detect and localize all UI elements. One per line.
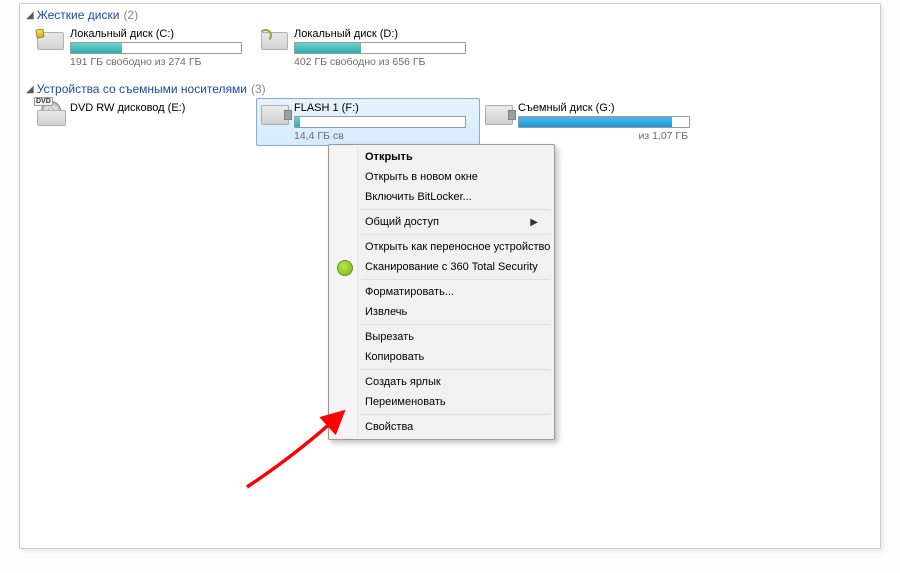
menu-separator (361, 414, 550, 415)
drive-c[interactable]: Локальный диск (C:) 191 ГБ свободно из 2… (32, 24, 256, 72)
menu-share[interactable]: Общий доступ▶ (331, 212, 552, 232)
submenu-arrow-icon: ▶ (530, 217, 538, 228)
drive-flash[interactable]: FLASH 1 (F:) 14,4 ГБ св (256, 98, 480, 146)
context-menu: Открыть Открыть в новом окне Включить Bi… (328, 144, 555, 440)
menu-separator (361, 324, 550, 325)
collapse-arrow-icon: ◢ (26, 84, 34, 95)
capacity-bar (294, 116, 466, 128)
group-title: Устройства со съемными носителями (37, 82, 247, 96)
360-security-icon (337, 260, 353, 276)
menu-eject[interactable]: Извлечь (331, 302, 552, 322)
drive-name: DVD RW дисковод (E:) (70, 102, 185, 116)
menu-open-new[interactable]: Открыть в новом окне (331, 167, 552, 187)
menu-portable[interactable]: Открыть как переносное устройство (331, 237, 552, 257)
group-count: (2) (123, 8, 138, 22)
menu-separator (361, 209, 550, 210)
menu-rename[interactable]: Переименовать (331, 392, 552, 412)
menu-copy[interactable]: Копировать (331, 347, 552, 367)
drive-name: Съемный диск (G:) (518, 102, 690, 116)
capacity-text: из 1,07 ГБ (518, 128, 688, 142)
capacity-bar (70, 42, 242, 54)
drive-dvd[interactable]: DVD DVD RW дисковод (E:) (32, 98, 256, 146)
capacity-text: 402 ГБ свободно из 656 ГБ (294, 54, 466, 68)
menu-separator (361, 279, 550, 280)
capacity-bar (518, 116, 690, 128)
hdd-icon (261, 28, 288, 53)
drive-name: FLASH 1 (F:) (294, 102, 466, 116)
drive-name: Локальный диск (C:) (70, 28, 242, 42)
menu-shortcut[interactable]: Создать ярлык (331, 372, 552, 392)
capacity-text: 14,4 ГБ св (294, 128, 466, 142)
group-header-hdd[interactable]: ◢ Жесткие диски (2) (20, 4, 880, 24)
dvd-icon: DVD (37, 102, 64, 127)
group-header-removable[interactable]: ◢ Устройства со съемными носителями (3) (20, 78, 880, 98)
capacity-text: 191 ГБ свободно из 274 ГБ (70, 54, 242, 68)
drive-g[interactable]: Съемный диск (G:) из 1,07 ГБ (480, 98, 704, 146)
menu-separator (361, 369, 550, 370)
menu-scan-360[interactable]: Сканирование с 360 Total Security (331, 257, 552, 277)
usb-icon (485, 102, 512, 127)
menu-cut[interactable]: Вырезать (331, 327, 552, 347)
capacity-bar (294, 42, 466, 54)
menu-separator (361, 234, 550, 235)
explorer-panel: ◢ Жесткие диски (2) Локальный диск (C:) … (19, 3, 881, 549)
collapse-arrow-icon: ◢ (26, 10, 34, 21)
drive-name: Локальный диск (D:) (294, 28, 466, 42)
hdd-icon (37, 28, 64, 53)
drive-d[interactable]: Локальный диск (D:) 402 ГБ свободно из 6… (256, 24, 480, 72)
menu-bitlocker[interactable]: Включить BitLocker... (331, 187, 552, 207)
group-title: Жесткие диски (37, 8, 120, 22)
menu-open[interactable]: Открыть (331, 147, 552, 167)
group-count: (3) (251, 82, 266, 96)
hdd-row: Локальный диск (C:) 191 ГБ свободно из 2… (20, 24, 880, 78)
menu-format[interactable]: Форматировать... (331, 282, 552, 302)
usb-icon (261, 102, 288, 127)
menu-properties[interactable]: Свойства (331, 417, 552, 437)
